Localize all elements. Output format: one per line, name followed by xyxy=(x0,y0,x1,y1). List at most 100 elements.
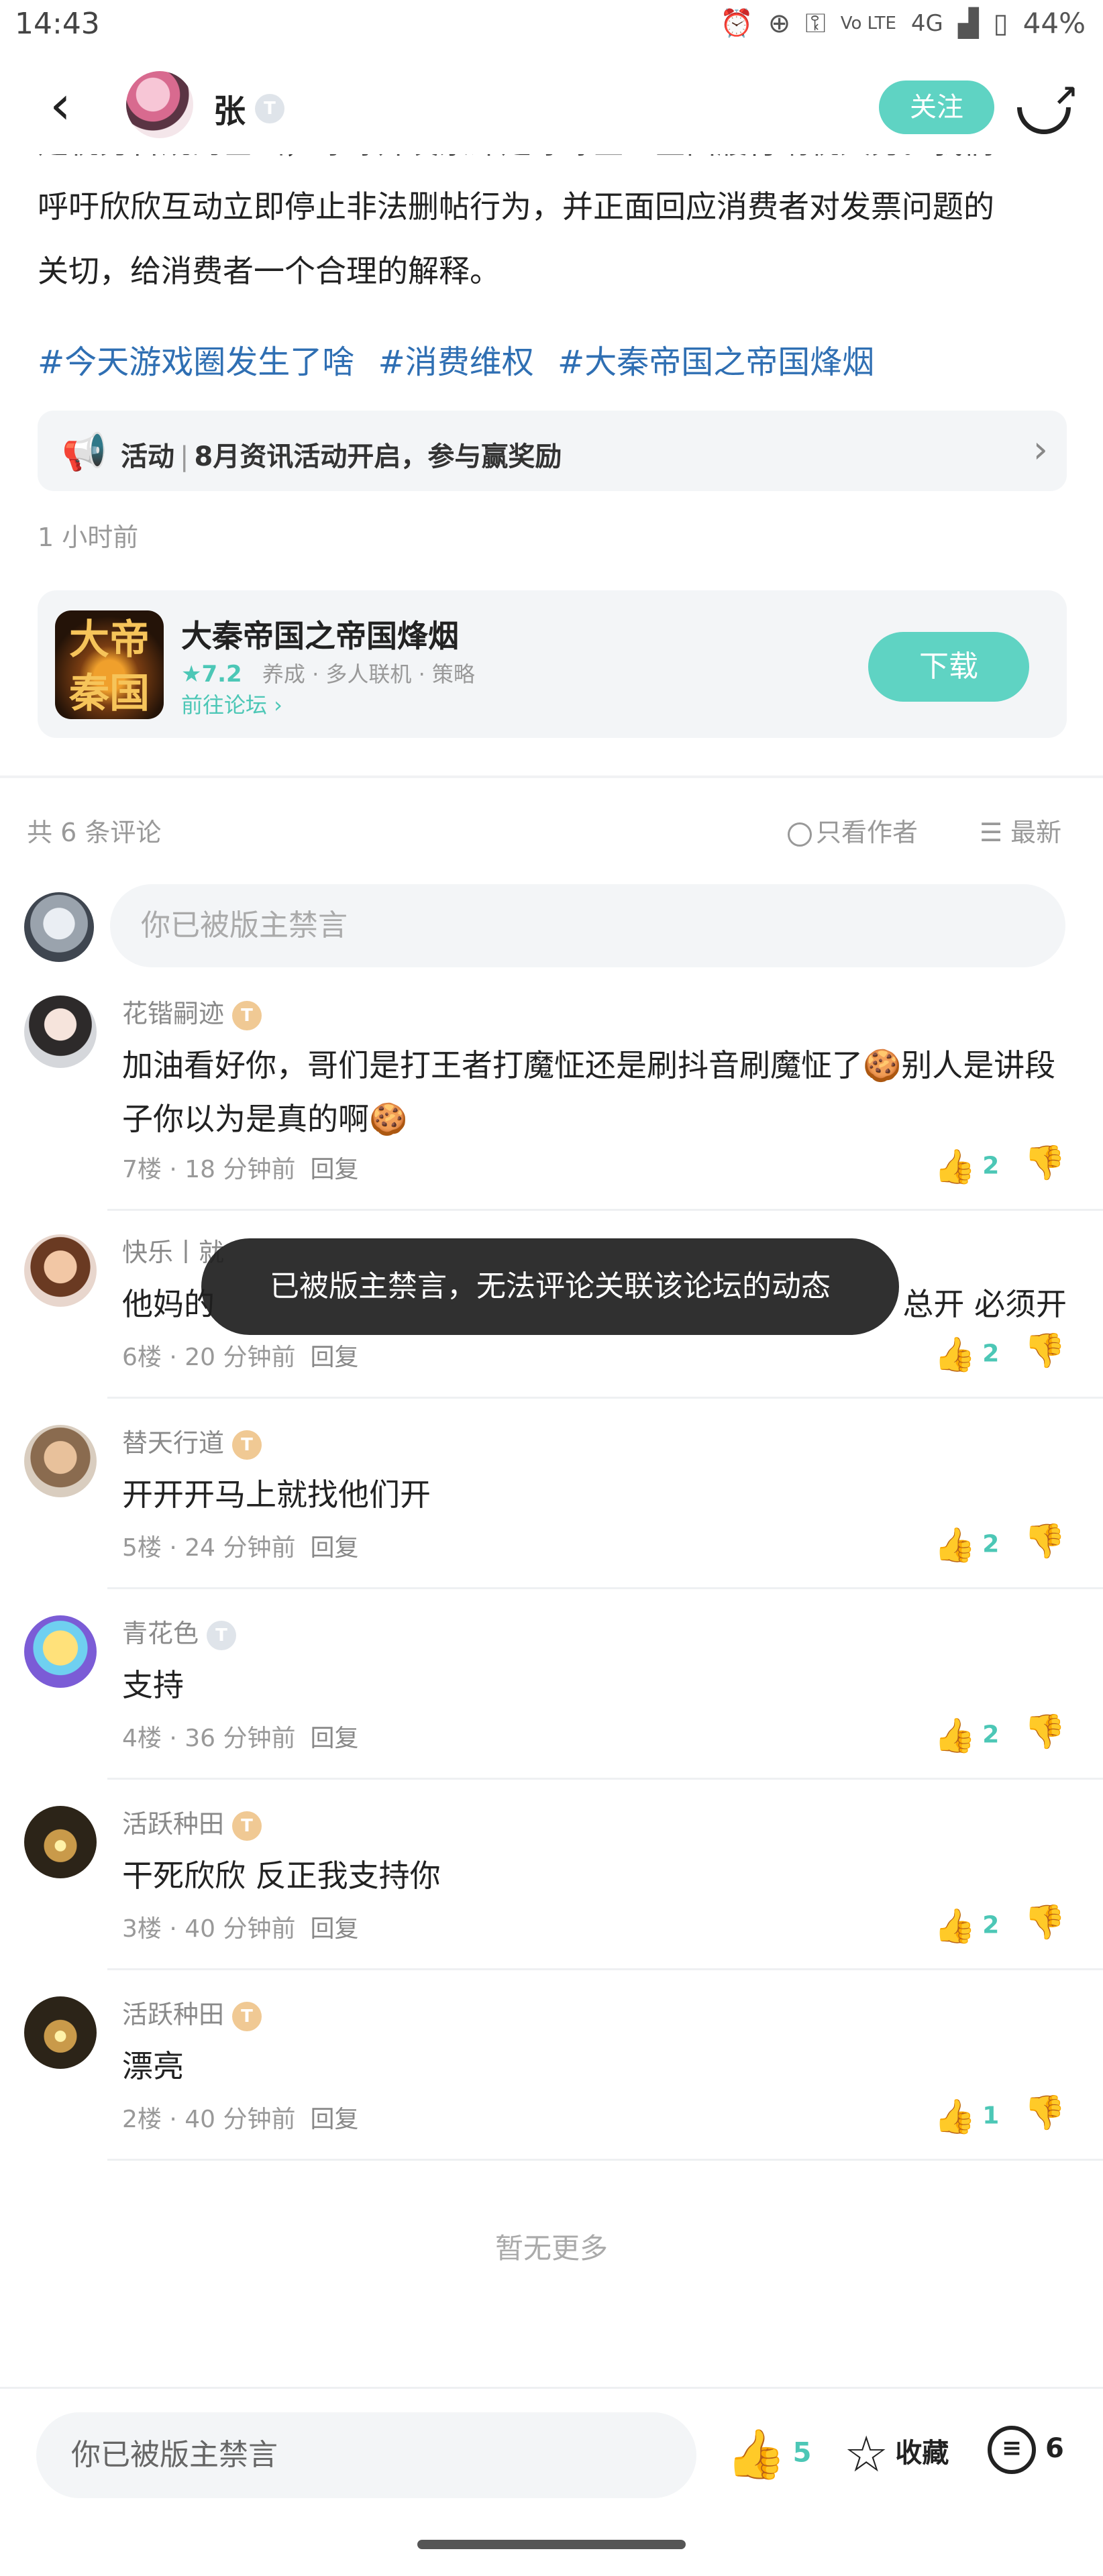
like-button[interactable]: 👍 2 xyxy=(934,1335,999,1375)
dislike-icon[interactable]: 👎 xyxy=(1024,1712,1065,1752)
reply-button[interactable]: 回复 xyxy=(311,1156,359,1183)
game-icon[interactable]: 大帝秦国 xyxy=(55,610,164,719)
post-timestamp: 1 小时前 xyxy=(38,523,139,552)
comment-meta: 5楼 · 24 分钟前 回复 xyxy=(122,1528,359,1563)
thumbs-up-icon: 👍 xyxy=(934,2097,976,2136)
battery-level: 44% xyxy=(1022,7,1086,40)
thumbs-up-icon: 👍 xyxy=(934,1525,976,1564)
dislike-icon[interactable]: 👎 xyxy=(1024,1521,1065,1561)
like-button[interactable]: 👍 1 xyxy=(934,2097,999,2137)
only-author-toggle[interactable]: 只看作者 xyxy=(788,812,918,849)
favorite-button[interactable]: ☆ 收藏 xyxy=(844,2426,949,2483)
like-count: 2 xyxy=(982,1530,1000,1558)
activity-banner[interactable]: 📢 活动 | 8月资讯活动开启，参与赢奖励 › xyxy=(38,411,1067,491)
battery-icon: ▯ xyxy=(993,7,1008,39)
level-badge: T xyxy=(232,1430,262,1460)
comment-divider xyxy=(107,1397,1103,1399)
level-badge: T xyxy=(255,94,284,123)
thumbs-up-icon: 👍 xyxy=(934,1716,976,1755)
comment-floor: 4楼 · 36 分钟前 xyxy=(122,1725,296,1752)
toast-message: 已被版主禁言，无法评论关联该论坛的动态 xyxy=(201,1238,899,1335)
like-button[interactable]: 👍 2 xyxy=(934,1716,999,1756)
comment-author-name: 活跃种田 xyxy=(122,1809,225,1839)
status-time: 14:43 xyxy=(15,7,100,41)
level-badge: T xyxy=(232,1811,262,1841)
sort-label: 最新 xyxy=(1010,818,1062,847)
hashtags: #今天游戏圈发生了啥 #消费维权 #大秦帝国之帝国烽烟 xyxy=(38,335,888,382)
bottom-divider xyxy=(0,2387,1103,2389)
comment-divider xyxy=(107,2159,1103,2161)
comments-count: 共 6 条评论 xyxy=(27,818,162,847)
comment-author[interactable]: 花锴嗣迹 T xyxy=(122,993,262,1030)
signal-icon: ▟ xyxy=(957,7,979,39)
dislike-icon[interactable]: 👎 xyxy=(1024,1902,1065,1942)
comment-count: 6 xyxy=(1045,2433,1064,2464)
comment-text: 加油看好你，哥们是打王者打魔怔还是刷抖音刷魔怔了🍪别人是讲段子你以为是真的啊🍪 xyxy=(122,1047,1056,1137)
comment-bubble-icon: ≡ xyxy=(988,2426,1036,2474)
status-icons: ⏰ ⊕ ⚿ Vo LTE 4G ▟ ▯ 44% xyxy=(720,7,1086,40)
avatar[interactable] xyxy=(24,996,97,1068)
reply-button[interactable]: 回复 xyxy=(311,2106,359,2133)
game-rating: ★7.2 xyxy=(181,661,242,688)
game-card[interactable]: 大帝秦国 大秦帝国之帝国烽烟 ★7.2 养成 · 多人联机 · 策略 前往论坛 … xyxy=(38,590,1067,738)
comment-meta: 6楼 · 20 分钟前 回复 xyxy=(122,1338,359,1373)
comment-author[interactable]: 活跃种田 T xyxy=(122,1803,262,1841)
comment-input[interactable]: 你已被版主禁言 xyxy=(110,884,1065,967)
status-bar: 14:43 ⏰ ⊕ ⚿ Vo LTE 4G ▟ ▯ 44% xyxy=(0,0,1103,54)
sort-button[interactable]: ☰ 最新 xyxy=(980,812,1061,849)
chevron-right-icon: › xyxy=(1033,428,1048,472)
comment-divider xyxy=(107,1587,1103,1589)
comment-floor: 3楼 · 40 分钟前 xyxy=(122,1915,296,1943)
volte-icon: Vo LTE xyxy=(840,13,896,34)
reply-button[interactable]: 回复 xyxy=(311,1344,359,1371)
avatar[interactable] xyxy=(24,1615,97,1688)
hashtag-link[interactable]: #大秦帝国之帝国烽烟 xyxy=(558,343,874,381)
like-button[interactable]: 👍 2 xyxy=(934,1525,999,1565)
network-type: 4G xyxy=(910,9,943,37)
post-header: ‹ 张 T 关注 ↗ xyxy=(0,67,1103,154)
avatar[interactable] xyxy=(24,1425,97,1497)
dislike-icon[interactable]: 👎 xyxy=(1024,1143,1065,1183)
avatar[interactable] xyxy=(24,1996,97,2069)
activity-text: 活动 | 8月资讯活动开启，参与赢奖励 xyxy=(121,441,562,472)
comment-meta: 4楼 · 36 分钟前 回复 xyxy=(122,1719,359,1754)
author-name[interactable]: 张 xyxy=(213,85,246,131)
game-title[interactable]: 大秦帝国之帝国烽烟 xyxy=(181,612,459,656)
home-indicator[interactable] xyxy=(417,2540,686,2549)
like-count: 1 xyxy=(982,2102,1000,2130)
back-button[interactable]: ‹ xyxy=(27,75,94,142)
comment-author-name: 替天行道 xyxy=(122,1428,225,1458)
bottom-comment-input[interactable]: 你已被版主禁言 xyxy=(36,2412,696,2498)
avatar[interactable] xyxy=(24,1234,97,1307)
comments-button[interactable]: ≡ 6 xyxy=(988,2426,1064,2474)
comment-author[interactable]: 替天行道 T xyxy=(122,1422,262,1460)
post-line: 关切，给消费者一个合理的解释。 xyxy=(38,253,501,289)
author-avatar[interactable] xyxy=(126,71,193,138)
comment-meta: 2楼 · 40 分钟前 回复 xyxy=(122,2100,359,2135)
bottom-like-button[interactable]: 👍 5 xyxy=(726,2426,812,2483)
reply-button[interactable]: 回复 xyxy=(311,1915,359,1943)
comment-text: 支持 xyxy=(122,1667,184,1703)
post-line: 呼吁欣欣互动立即停止非法删帖行为，并正面回应消费者对发票问题的 xyxy=(38,189,994,225)
like-count: 2 xyxy=(982,1721,1000,1749)
avatar[interactable] xyxy=(24,1806,97,1878)
dislike-icon[interactable]: 👎 xyxy=(1024,1331,1065,1371)
radio-icon xyxy=(788,822,812,847)
activity-description: 8月资讯活动开启，参与赢奖励 xyxy=(194,441,562,472)
reply-button[interactable]: 回复 xyxy=(311,1534,359,1562)
follow-button[interactable]: 关注 xyxy=(879,80,994,134)
like-count: 2 xyxy=(982,1152,1000,1180)
reply-button[interactable]: 回复 xyxy=(311,1725,359,1752)
like-button[interactable]: 👍 2 xyxy=(934,1147,999,1187)
like-button[interactable]: 👍 2 xyxy=(934,1907,999,1946)
like-count: 2 xyxy=(982,1340,1000,1368)
comment-floor: 6楼 · 20 分钟前 xyxy=(122,1344,296,1371)
download-button[interactable]: 下载 xyxy=(868,632,1029,702)
hashtag-link[interactable]: #今天游戏圈发生了啥 xyxy=(38,343,354,381)
forum-link[interactable]: 前往论坛 › xyxy=(181,688,282,719)
game-meta: ★7.2 养成 · 多人联机 · 策略 xyxy=(181,657,475,688)
dislike-icon[interactable]: 👎 xyxy=(1024,2093,1065,2133)
comment-author[interactable]: 活跃种田 T xyxy=(122,1994,262,2031)
comment-author[interactable]: 青花色 T xyxy=(122,1613,237,1650)
hashtag-link[interactable]: #消费维权 xyxy=(378,343,534,381)
